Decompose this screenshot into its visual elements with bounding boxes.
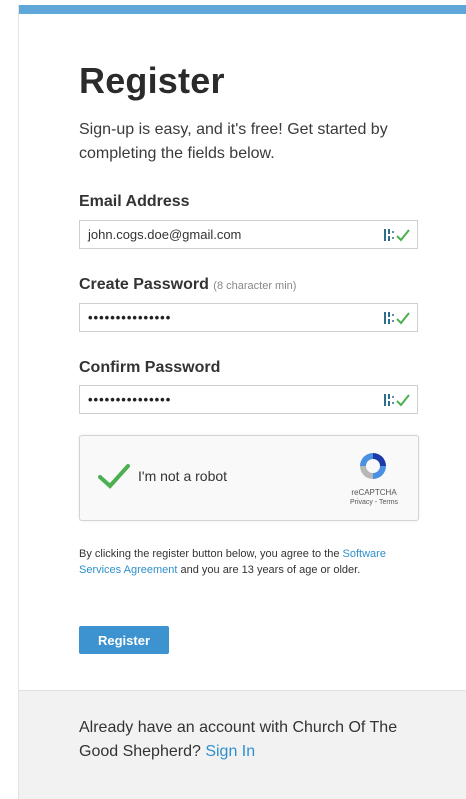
recaptcha-links: Privacy - Terms: [336, 499, 412, 506]
email-label: Email Address: [79, 193, 190, 211]
register-card: Register Sign-up is easy, and it's free!…: [18, 5, 466, 799]
signin-text: Already have an account with Church Of T…: [79, 716, 409, 764]
password-manager-icon[interactable]: [383, 310, 411, 326]
agreement-before: By clicking the register button below, y…: [79, 548, 343, 560]
password-hint: (8 character min): [213, 280, 297, 292]
confirm-password-value: •••••••••••••••: [88, 392, 172, 407]
recaptcha-terms-link[interactable]: Terms: [379, 499, 398, 506]
confirm-label: Confirm Password: [79, 359, 220, 377]
password-manager-icon[interactable]: [383, 227, 411, 243]
recaptcha-widget: I'm not a robot reCAPTCHA Privacy - Term…: [79, 435, 419, 521]
password-field[interactable]: •••••••••••••••: [79, 303, 418, 332]
accent-bar: [19, 5, 466, 14]
checkmark-icon[interactable]: [98, 463, 130, 489]
recaptcha-privacy-link[interactable]: Privacy: [350, 499, 373, 506]
agreement-text: By clicking the register button below, y…: [79, 546, 423, 578]
page-title: Register: [79, 60, 225, 101]
password-value: •••••••••••••••: [88, 310, 172, 325]
register-form: Register Sign-up is easy, and it's free!…: [19, 14, 466, 690]
password-label: Create Password (8 character min): [79, 276, 296, 294]
confirm-label-text: Confirm Password: [79, 359, 221, 376]
sign-in-link[interactable]: Sign In: [205, 743, 255, 760]
password-label-text: Create Password: [79, 276, 209, 293]
password-manager-icon[interactable]: [383, 392, 411, 408]
agreement-after: and you are 13 years of age or older.: [177, 564, 361, 576]
signin-panel: Already have an account with Church Of T…: [19, 690, 466, 799]
confirm-password-field[interactable]: •••••••••••••••: [79, 385, 418, 414]
intro-text: Sign-up is easy, and it's free! Get star…: [79, 121, 388, 162]
recaptcha-label: I'm not a robot: [138, 468, 228, 484]
email-field[interactable]: john.cogs.doe@gmail.com: [79, 220, 418, 249]
register-button[interactable]: Register: [79, 626, 169, 654]
recaptcha-brand: reCAPTCHA: [351, 488, 397, 497]
recaptcha-logo-icon: [360, 453, 386, 479]
email-value: john.cogs.doe@gmail.com: [88, 227, 242, 242]
email-label-text: Email Address: [79, 193, 190, 210]
